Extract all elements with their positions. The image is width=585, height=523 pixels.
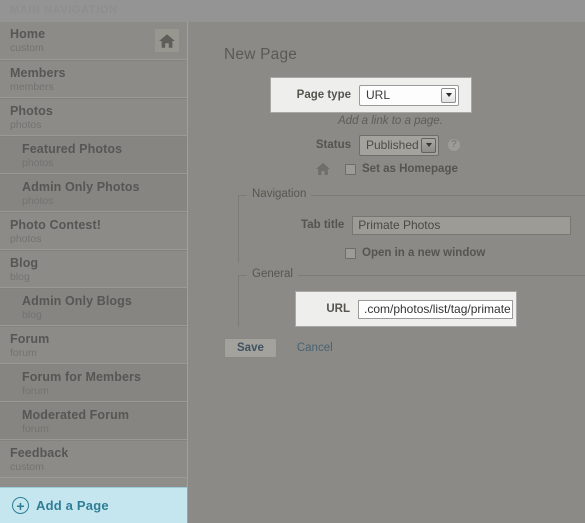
sidebar-item-sublabel: forum [22,423,49,435]
set-as-homepage-checkbox[interactable] [345,163,356,175]
tab-title-label: Tab title [301,219,345,231]
open-in-new-window-label: Open in a new window [362,247,486,259]
sidebar-item-label: Members [10,66,66,80]
tab-title-row: Tab title Primate Photos [271,214,571,236]
page-type-row: Page type URL [271,84,471,106]
status-select[interactable]: Published [359,134,439,156]
sidebar-item-home[interactable]: Home custom [0,22,187,60]
page-type-select[interactable]: URL [359,84,459,106]
sidebar-heading: MAIN NAVIGATION [10,4,118,16]
page-type-label: Page type [296,89,351,101]
sidebar-item-moderated-forum[interactable]: Moderated Forum forum [0,402,187,440]
sidebar-item-sublabel: photos [22,157,54,169]
url-row: URL .com/photos/list/tag/primate [296,298,516,320]
app-root: MAIN NAVIGATION Home custom Members members… [0,0,585,523]
home-icon [315,162,331,176]
sidebar-item-sublabel: photos [22,195,54,207]
url-value: .com/photos/list/tag/primate [364,302,511,316]
sidebar-item-admin-only-blogs[interactable]: Admin Only Blogs blog [0,288,187,326]
chevron-down-icon[interactable] [441,87,456,103]
general-legend: General [247,268,298,280]
sidebar-item-label: Photos [10,104,53,118]
sidebar-item-forum-for-members[interactable]: Forum for Members forum [0,364,187,402]
sidebar-item-label: Forum for Members [22,370,142,384]
status-row: Status Published ? [271,134,491,156]
sidebar-item-sublabel: photos [10,119,42,131]
sidebar-item-label: Forum [10,332,50,346]
main-navigation-sidebar: MAIN NAVIGATION Home custom Members members… [0,4,188,523]
sidebar-item-label: Admin Only Blogs [22,294,132,308]
add-a-page-button[interactable]: + Add a Page [0,487,187,523]
sidebar-item-label: Home [10,27,46,41]
sidebar-item-sublabel: custom [10,461,44,473]
add-a-page-label: Add a Page [36,498,109,513]
sidebar-item-forum[interactable]: Forum forum [0,326,187,364]
plus-circle-icon: + [12,497,29,514]
set-as-homepage-label: Set as Homepage [362,163,458,175]
sidebar-item-label: Feedback [10,446,69,460]
home-icon [155,29,179,52]
sidebar-item-label: Admin Only Photos [22,180,140,194]
page-title: New Page [224,46,298,63]
sidebar-nav-list: Home custom Members members Photos photos Feat… [0,22,187,478]
sidebar-item-sublabel: members [10,81,54,93]
sidebar-item-featured-photos[interactable]: Featured Photos photos [0,136,187,174]
sidebar-item-photos[interactable]: Photos photos [0,98,187,136]
question-mark-icon[interactable]: ? [447,138,461,152]
new-page-form-panel: New Page Page type URL Add a link to a p… [205,22,585,380]
sidebar-item-photo-contest[interactable]: Photo Contest! photos [0,212,187,250]
sidebar-item-sublabel: forum [10,347,37,359]
sidebar-item-sublabel: forum [22,385,49,397]
sidebar-item-members[interactable]: Members members [0,60,187,98]
sidebar-item-label: Moderated Forum [22,408,130,422]
url-label: URL [326,303,350,315]
status-value: Published [366,138,419,152]
url-input[interactable]: .com/photos/list/tag/primate [358,299,513,319]
status-label: Status [315,139,351,151]
save-button[interactable]: Save [224,338,277,358]
page-type-value: URL [366,88,391,102]
page-type-hint: Add a link to a page. [338,115,443,127]
sidebar-item-label: Featured Photos [22,142,123,156]
open-in-new-window-row: Open in a new window [345,245,485,261]
sidebar-item-sublabel: blog [10,271,30,283]
cancel-button[interactable]: Cancel [297,342,333,354]
set-as-homepage-row: Set as Homepage [315,160,458,178]
open-in-new-window-checkbox[interactable] [345,247,356,259]
sidebar-item-admin-only-photos[interactable]: Admin Only Photos photos [0,174,187,212]
sidebar-item-blog[interactable]: Blog blog [0,250,187,288]
sidebar-item-sublabel: custom [10,42,44,54]
chevron-down-icon[interactable] [421,137,436,153]
form-actions: Save Cancel [224,337,333,359]
sidebar-item-sublabel: blog [22,309,42,321]
tab-title-input[interactable]: Primate Photos [352,215,571,235]
navigation-legend: Navigation [247,188,312,200]
sidebar-item-feedback[interactable]: Feedback custom [0,440,187,478]
tab-title-value: Primate Photos [358,218,441,232]
sidebar-item-label: Blog [10,256,39,270]
sidebar-item-sublabel: photos [10,233,42,245]
sidebar-item-label: Photo Contest! [10,218,101,232]
